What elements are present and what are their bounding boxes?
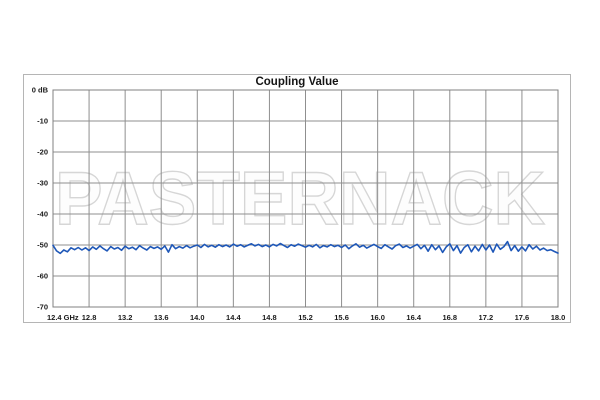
y-tick-label: -30	[37, 179, 48, 188]
x-tick-label: 12.4 GHz	[47, 313, 79, 322]
y-tick-label: -10	[37, 117, 48, 126]
x-tick-label: 16.4	[406, 313, 421, 322]
x-tick-label: 14.4	[226, 313, 241, 322]
x-tick-label: 16.0	[370, 313, 385, 322]
x-tick-label: 18.0	[551, 313, 566, 322]
y-tick-label: -40	[37, 210, 48, 219]
y-tick-label: -20	[37, 148, 48, 157]
x-tick-label: 15.6	[334, 313, 349, 322]
x-tick-label: 13.2	[118, 313, 133, 322]
x-tick-label: 12.8	[82, 313, 97, 322]
y-tick-label: -70	[37, 303, 48, 312]
y-tick-label: 0 dB	[32, 86, 49, 95]
x-tick-label: 17.6	[515, 313, 530, 322]
x-axis-labels: 12.4 GHz12.8 13.2 13.6 14.0 14.4 14.8 15.2 15.6…	[47, 313, 565, 322]
y-tick-label: -50	[37, 241, 48, 250]
watermark-text: PASTERNACK	[55, 156, 545, 240]
x-tick-label: 13.6	[154, 313, 169, 322]
y-tick-label: -60	[37, 272, 48, 281]
x-tick-label: 16.8	[442, 313, 457, 322]
x-tick-label: 17.2	[479, 313, 494, 322]
x-tick-label: 15.2	[298, 313, 313, 322]
x-tick-label: 14.0	[190, 313, 205, 322]
x-tick-label: 14.8	[262, 313, 277, 322]
y-axis-labels: 0 dB -10 -20 -30 -40 -50 -60 -70	[32, 86, 49, 312]
chart-canvas: PASTERNACK 12.4 GHz12.813.213.614.014.41…	[0, 0, 600, 400]
